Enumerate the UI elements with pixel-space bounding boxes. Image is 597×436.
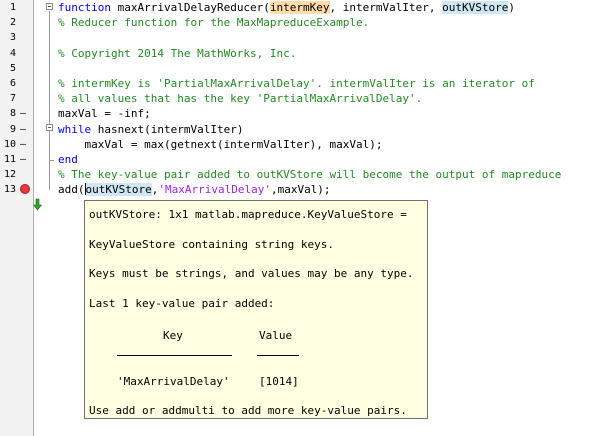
code-line[interactable]: 5: [0, 61, 597, 76]
code-text[interactable]: % Copyright 2014 The MathWorks, Inc.: [58, 46, 296, 61]
highlighted-variable: outKVStore: [442, 1, 509, 14]
code-text[interactable]: end: [58, 152, 78, 167]
datatip-footer: Use add or addmulti to add more key-valu…: [89, 404, 407, 417]
executable-line-marker[interactable]: –: [20, 106, 26, 121]
code-text[interactable]: % all values that has the key 'PartialMa…: [58, 91, 422, 106]
datatip-row-value: [1014]: [259, 375, 299, 388]
code-line[interactable]: 2 % Reducer function for the MaxMapreduce…: [0, 15, 597, 30]
executable-line-marker[interactable]: –: [20, 152, 26, 167]
line-number: 11: [3, 154, 16, 165]
string-token: 'MaxArrivalDelay': [158, 183, 271, 197]
code-line[interactable]: 1 function maxArrivalDelayReducer(intermK…: [0, 0, 597, 15]
code-text[interactable]: add(outKVStore,'MaxArrivalDelay',maxVal)…: [58, 182, 331, 197]
code-text[interactable]: function maxArrivalDelayReducer(intermKe…: [58, 0, 515, 15]
datatip-col-key: Key: [163, 329, 183, 342]
code-token: maxVal = max(getnext(intermValIter), max…: [58, 137, 383, 151]
comment-token: % all values that has the key 'PartialMa…: [58, 92, 423, 106]
line-number: 5: [9, 62, 16, 74]
code-line[interactable]: 10– maxVal = max(getnext(intermValIter),…: [0, 137, 597, 152]
code-line[interactable]: 7 % all values that has the key 'PartialM…: [0, 91, 597, 106]
keyword-token: while: [58, 122, 92, 136]
code-text[interactable]: % The key-value pair added to outKVStore…: [58, 167, 561, 182]
datatip-header: outKVStore: 1x1 matlab.mapreduce.KeyValu…: [89, 208, 407, 221]
datatip-rule-key: [117, 355, 232, 356]
line-number: 1: [9, 2, 16, 13]
comment-token: % Reducer function for the MaxMapreduceE…: [58, 16, 370, 30]
code-token: maxArrivalDelayReducer(: [110, 1, 270, 14]
execution-arrow-icon: [33, 199, 42, 211]
code-text[interactable]: maxVal = -inf;: [58, 106, 151, 121]
code-line[interactable]: 13 add(outKVStore,'MaxArrivalDelay',maxVa…: [0, 182, 597, 211]
code-line[interactable]: 4 % Copyright 2014 The MathWorks, Inc.: [0, 46, 597, 61]
keyword-token: function: [58, 1, 111, 14]
line-number: 3: [9, 32, 16, 44]
code-token: , intermValIter,: [329, 1, 443, 14]
datatip-description: KeyValueStore containing string keys.: [89, 238, 335, 251]
code-token: ,maxVal);: [270, 183, 331, 197]
line-number: 9: [9, 123, 16, 135]
line-number: 13: [3, 184, 16, 196]
line-number: 10: [3, 138, 16, 150]
executable-line-marker[interactable]: –: [20, 122, 26, 137]
datatip-rule-value: [257, 355, 299, 356]
datatip-col-value: Value: [259, 329, 293, 342]
comment-token: % The key-value pair added to outKVStore…: [58, 168, 562, 182]
code-line[interactable]: 6 % intermKey is 'PartialMaxArrivalDelay'…: [0, 76, 597, 91]
line-number: 8: [9, 108, 16, 120]
code-text[interactable]: % Reducer function for the MaxMapreduceE…: [58, 15, 369, 30]
line-number: 4: [9, 47, 16, 59]
executable-line-marker[interactable]: –: [20, 137, 26, 152]
code-line[interactable]: 8– maxVal = -inf;: [0, 106, 597, 121]
line-number: 12: [3, 169, 16, 181]
code-token: maxVal = -inf;: [58, 107, 151, 121]
code-text[interactable]: % intermKey is 'PartialMaxArrivalDelay'.…: [58, 76, 535, 91]
code-text[interactable]: maxVal = max(getnext(intermValIter), max…: [58, 137, 383, 152]
code-line[interactable]: 3: [0, 30, 597, 45]
comment-token: % intermKey is 'PartialMaxArrivalDelay'.…: [58, 77, 535, 90]
code-text[interactable]: while hasnext(intermValIter): [58, 122, 243, 137]
datatip-row-key: 'MaxArrivalDelay': [117, 375, 230, 388]
code-line[interactable]: 9– while hasnext(intermValIter): [0, 122, 597, 137]
highlighted-variable: outKVStore: [85, 183, 152, 197]
code-line[interactable]: 11– end: [0, 152, 597, 167]
highlighted-variable: intermKey: [269, 1, 330, 14]
datatip-keys-note: Keys must be strings, and values may be …: [89, 267, 414, 280]
line-number: 7: [9, 93, 16, 105]
comment-token: % Copyright 2014 The MathWorks, Inc.: [58, 46, 297, 60]
line-number: 6: [9, 78, 16, 89]
code-token: hasnext(intermValIter): [91, 122, 244, 136]
datatip-popup: outKVStore: 1x1 matlab.mapreduce.KeyValu…: [84, 200, 428, 419]
code-line[interactable]: 12 % The key-value pair added to outKVSto…: [0, 167, 597, 182]
datatip-pairs-note: Last 1 key-value pair added:: [89, 297, 275, 310]
breakpoint-icon[interactable]: [20, 184, 30, 195]
line-number: 2: [9, 17, 16, 29]
code-token: ): [508, 1, 515, 14]
code-token: add(: [58, 183, 85, 197]
keyword-token: end: [58, 153, 78, 166]
